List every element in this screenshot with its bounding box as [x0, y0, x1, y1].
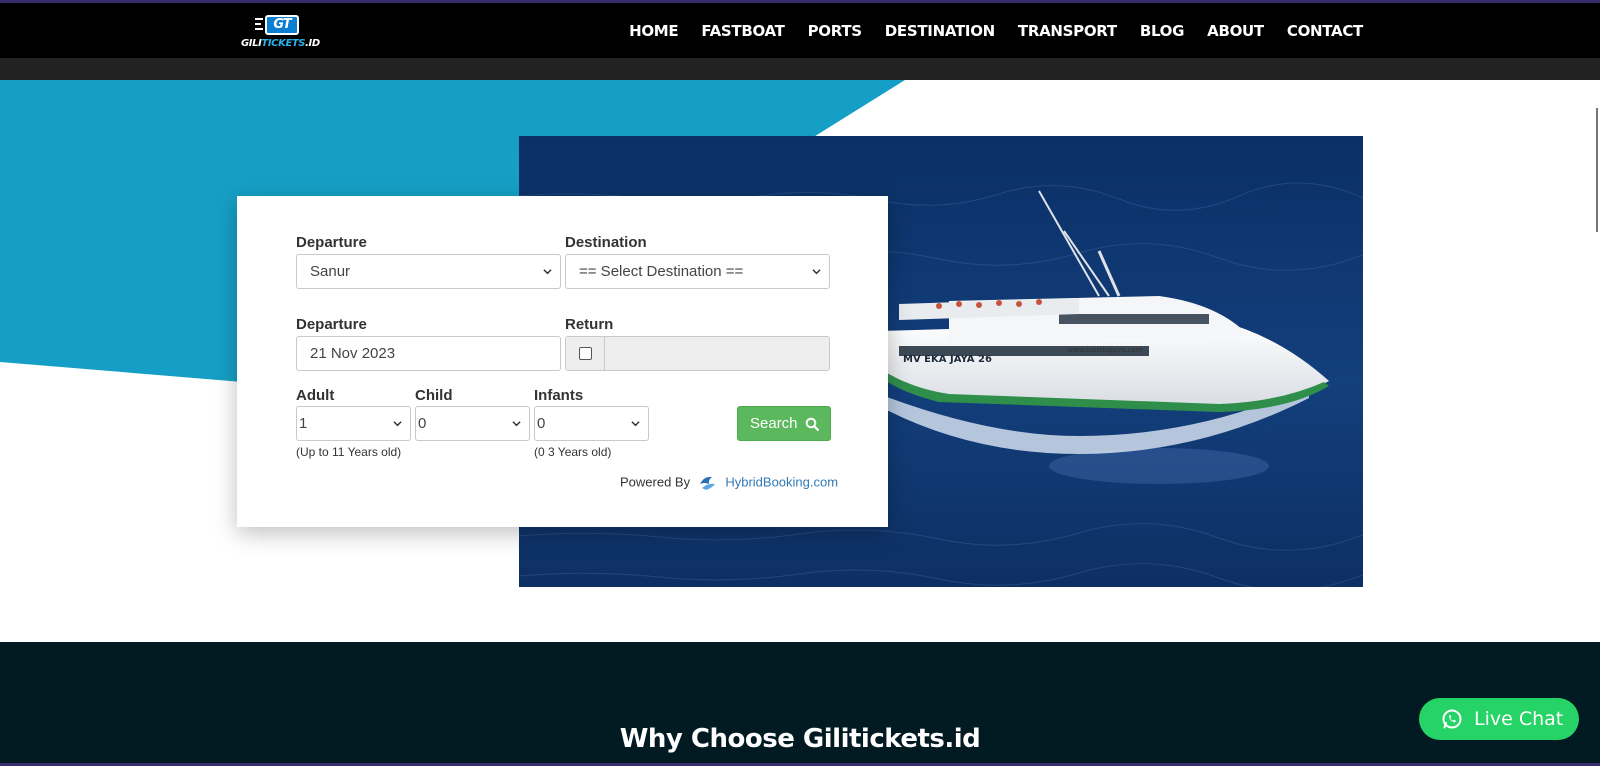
main-nav: HOME FASTBOAT PORTS DESTINATION TRANSPOR… — [606, 3, 1363, 58]
logo-mark: GT — [255, 14, 299, 36]
chevron-down-icon — [631, 421, 640, 427]
nav-destination[interactable]: DESTINATION — [885, 22, 995, 40]
chevron-down-icon — [543, 269, 552, 275]
adult-label: Adult — [296, 387, 335, 404]
child-select[interactable]: 0 — [415, 406, 530, 441]
infants-select[interactable]: 0 — [534, 406, 649, 441]
return-checkbox[interactable] — [579, 347, 592, 360]
adult-select[interactable]: 1 — [296, 406, 411, 441]
search-button-label: Search — [750, 415, 798, 432]
nav-contact[interactable]: CONTACT — [1287, 22, 1363, 40]
search-button[interactable]: Search — [737, 406, 831, 441]
chevron-down-icon — [812, 269, 821, 275]
logo-mark-text: GT — [265, 15, 299, 35]
departure-port-value: Sanur — [310, 263, 351, 280]
child-value: 0 — [418, 415, 427, 432]
hybridbooking-link[interactable]: HybridBooking.com — [725, 474, 838, 489]
child-age-hint: (Up to 11 Years old) — [296, 445, 402, 459]
adult-value: 1 — [299, 415, 308, 432]
infants-value: 0 — [537, 415, 546, 432]
why-choose-section: Why Choose Gilitickets.id — [0, 642, 1600, 766]
destination-value: == Select Destination == — [579, 263, 744, 280]
nav-subbar — [0, 58, 1600, 80]
departure-port-select[interactable]: Sanur — [296, 254, 561, 289]
hybridbooking-logo-icon — [699, 476, 715, 490]
booking-form: Departure Sanur Destination == Select De… — [237, 196, 888, 527]
boat-name-text: MV EKA JAYA 26 — [903, 354, 992, 365]
page-scrollbar[interactable] — [1594, 80, 1600, 766]
live-chat-button[interactable]: Live Chat — [1419, 698, 1579, 740]
nav-transport[interactable]: TRANSPORT — [1018, 22, 1117, 40]
chevron-down-icon — [512, 421, 521, 427]
logo-wordmark: GILITICKETS.ID — [241, 38, 320, 49]
powered-by: Powered By HybridBooking.com — [620, 474, 838, 492]
section-title: Why Choose Gilitickets.id — [619, 724, 981, 754]
nav-about[interactable]: ABOUT — [1207, 22, 1264, 40]
infants-label: Infants — [534, 387, 584, 404]
whatsapp-icon — [1442, 709, 1462, 729]
destination-label: Destination — [565, 234, 647, 251]
departure-port-label: Departure — [296, 234, 367, 251]
scrollbar-thumb[interactable] — [1596, 108, 1598, 232]
navbar: GT GILITICKETS.ID HOME FASTBOAT PORTS DE… — [0, 3, 1600, 58]
chevron-down-icon — [393, 421, 402, 427]
boat-url-text: www.baliekajaya.com — [1067, 346, 1143, 354]
live-chat-label: Live Chat — [1474, 708, 1564, 730]
return-date-group — [565, 336, 830, 371]
powered-by-text: Powered By — [620, 474, 691, 490]
hero-section: MV EKA JAYA 26 www.baliekajaya.com Depar… — [0, 80, 1600, 642]
site-logo[interactable]: GT GILITICKETS.ID — [241, 14, 320, 50]
infants-age-hint: (0 3 Years old) — [534, 445, 612, 459]
return-addon — [566, 337, 605, 370]
search-icon — [805, 417, 819, 431]
nav-home[interactable]: HOME — [629, 22, 679, 40]
departure-date-label: Departure — [296, 316, 367, 333]
departure-date-input[interactable]: 21 Nov 2023 — [296, 336, 561, 371]
destination-select[interactable]: == Select Destination == — [565, 254, 830, 289]
return-label: Return — [565, 316, 614, 333]
child-label: Child — [415, 387, 453, 404]
nav-blog[interactable]: BLOG — [1140, 22, 1185, 40]
nav-ports[interactable]: PORTS — [808, 22, 862, 40]
nav-fastboat[interactable]: FASTBOAT — [701, 22, 785, 40]
